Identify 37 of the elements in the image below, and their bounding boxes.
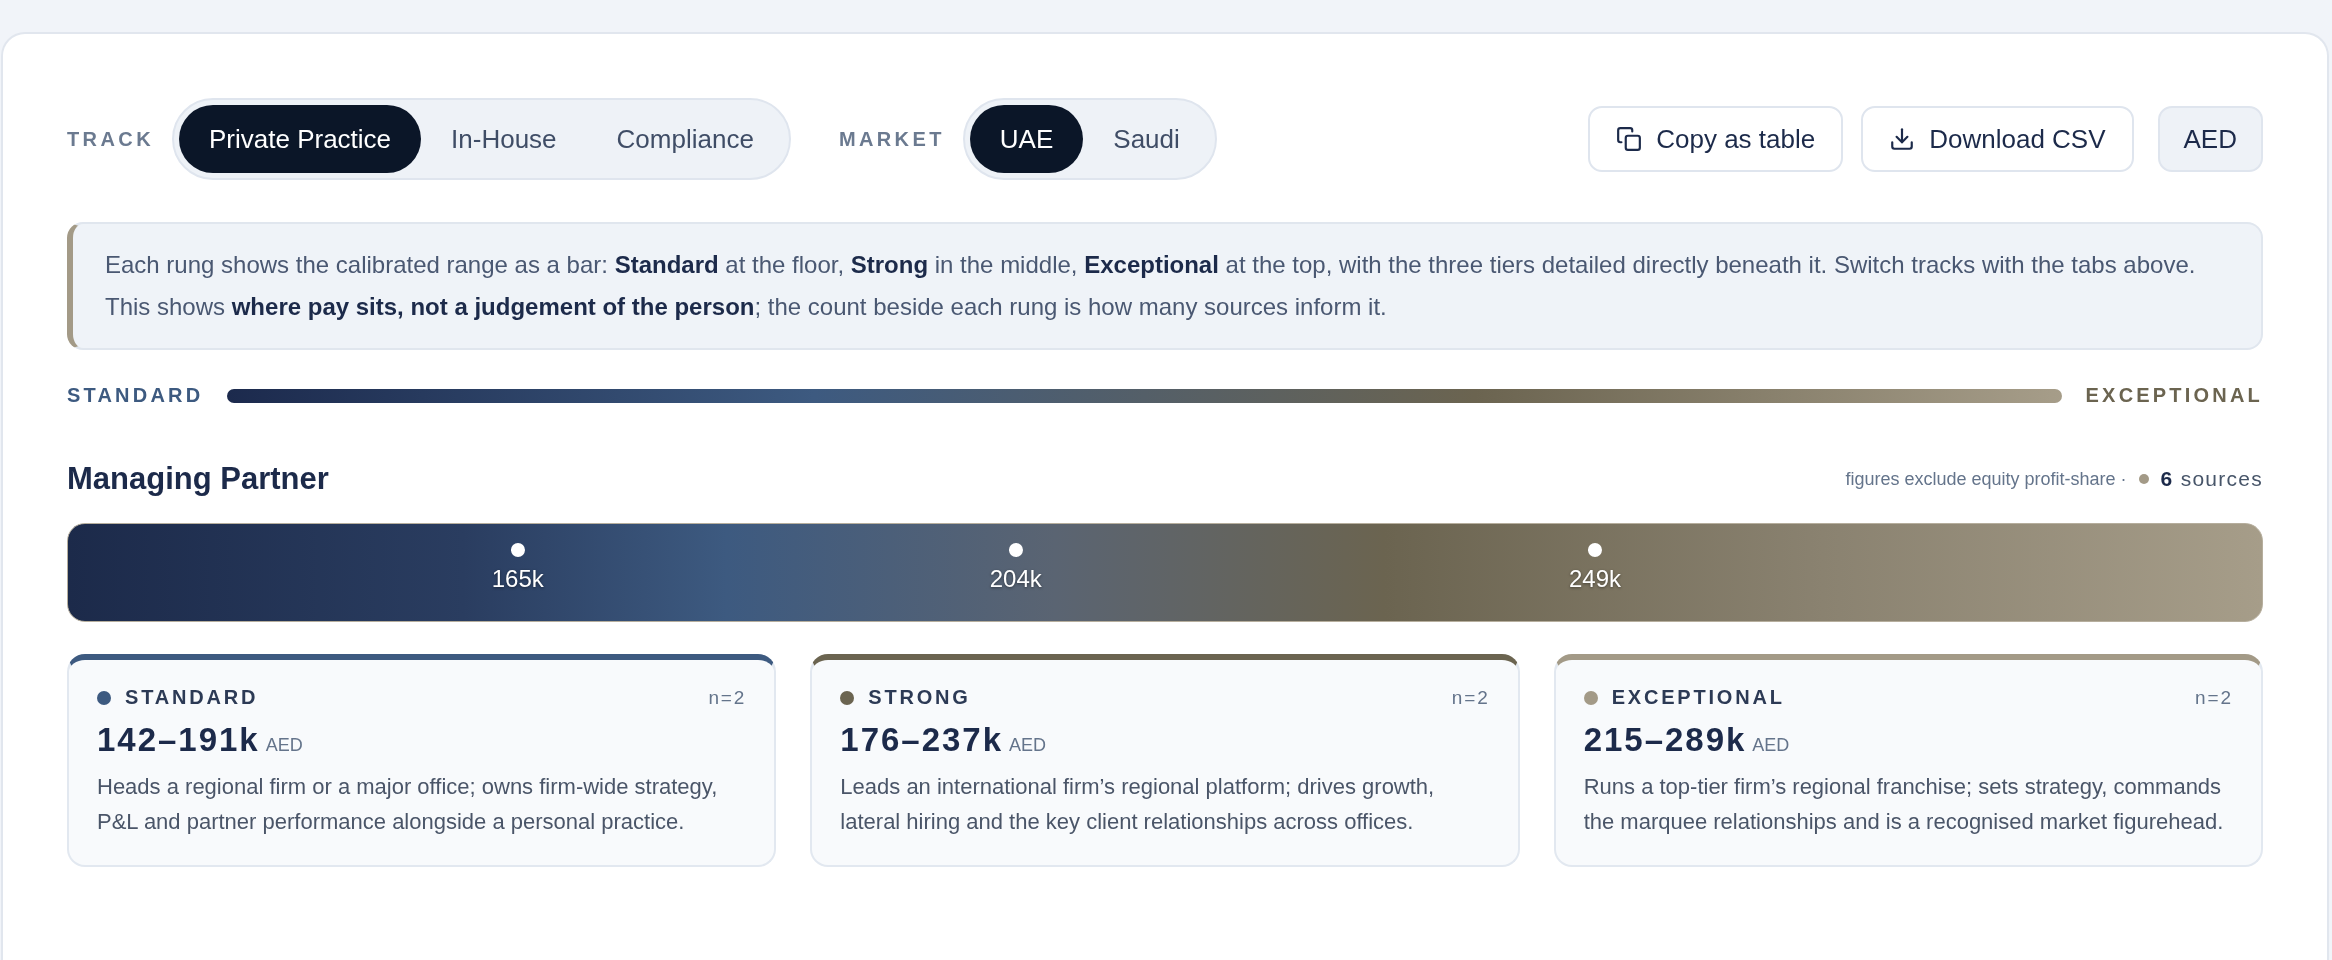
segment-tab[interactable]: In-House [421, 105, 587, 173]
scale-high-label: EXCEPTIONAL [2085, 384, 2263, 407]
segment-tab[interactable]: Private Practice [179, 105, 422, 173]
source-dot-icon [2138, 474, 2149, 484]
download-button[interactable]: Download CSV [1861, 106, 2134, 172]
tier-name: STRONG [868, 686, 971, 709]
tier-name: EXCEPTIONAL [1611, 686, 1785, 709]
copy-icon [1616, 126, 1643, 152]
filter-label: MARKET [838, 127, 945, 151]
marker-label: 249k [1569, 565, 1622, 593]
copy-button[interactable]: Copy as table [1588, 106, 1844, 172]
download-icon [1889, 126, 1916, 152]
tier-description: Heads a regional firm or a major office; owns firm-wide strategy, P&L and partner performance alongside a personal practice. [97, 773, 719, 836]
tier-description: Runs a top-tier firm’s regional franchise; sets strategy, commands the marquee relationships and is a recognised market figurehead. [1583, 773, 2225, 836]
source-count: 6 sources [2160, 467, 2263, 491]
scale-low-label: STANDARD [67, 384, 204, 407]
tier-currency: AED [265, 735, 303, 756]
tier-range: 142–191k [97, 721, 260, 759]
currency-button[interactable]: AED [2157, 106, 2263, 172]
tier-currency: AED [1752, 735, 1790, 756]
segment-tab[interactable]: UAE [969, 105, 1084, 173]
segment-tab[interactable]: Compliance [586, 105, 784, 173]
tier-name: STANDARD [125, 686, 259, 709]
footnote-text: figures exclude equity profit-share · [1845, 468, 2127, 490]
tier-currency: AED [1009, 735, 1046, 756]
tier-count: n=2 [1451, 686, 1490, 709]
tier-range: 176–237k [840, 721, 1003, 759]
filter-label: TRACK [67, 127, 154, 151]
note-text: Each rung shows the calibrated range as a bar: Standard at the floor, Strong in the middle, Exceptional at the top, with the three tiers detailed directly beneath it. Switch tracks with the tabs above. This shows where pay sits, not a judgement of the person; the count beside each rung is how many sources inform it. [105, 250, 2197, 322]
tier-count: n=2 [708, 686, 747, 709]
tier-description: Leads an international firm’s regional platform; drives growth, lateral hiring and the key client relationships across offices. [840, 773, 1436, 836]
rung-title: Managing Partner [67, 461, 329, 497]
marker-label: 204k [989, 565, 1042, 593]
marker-label: 165k [491, 565, 544, 593]
tier-count: n=2 [2195, 686, 2233, 709]
tier-range: 215–289k [1583, 721, 1747, 759]
segment-tab[interactable]: Saudi [1083, 105, 1210, 173]
